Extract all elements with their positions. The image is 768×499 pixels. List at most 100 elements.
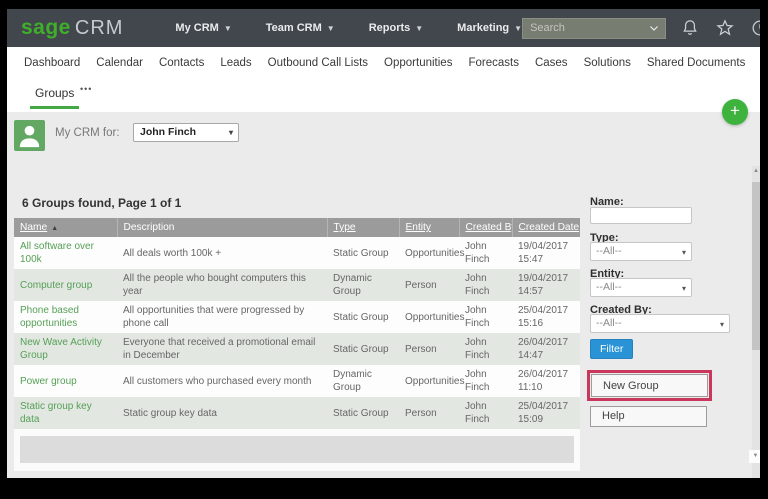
group-name-link[interactable]: Power group: [20, 376, 77, 387]
top-bar: sage CRM My CRM ▼ Team CRM ▼ Reports ▼ Marketi…: [7, 9, 760, 47]
new-group-button[interactable]: New Group: [591, 374, 708, 397]
cell-created-date: 19/04/2017 14:57: [512, 269, 580, 301]
sage-crm-logo: sage CRM: [21, 16, 123, 40]
help-button[interactable]: Help: [590, 406, 707, 427]
chevron-down-icon: ▼: [415, 24, 424, 33]
column-header-type[interactable]: Type: [326, 218, 399, 237]
groups-table-panel: Name ▲ Description Type Entity Created By Crea…: [14, 218, 580, 471]
logo-sage: sage: [21, 16, 71, 39]
table-header-row: Name ▲ Description Type Entity Created By Crea…: [14, 218, 580, 237]
table-row: Computer group All the people who bought …: [14, 269, 580, 301]
cell-description: Static group key data: [117, 397, 327, 429]
chevron-down-icon: ▾: [681, 248, 686, 257]
cell-created-date: 19/04/2017 15:47: [512, 237, 580, 269]
cell-created-by: John Finch: [459, 365, 512, 397]
cell-description: All opportunities that were progressed b…: [117, 301, 327, 333]
cell-created-date: 25/04/2017 15:09: [512, 397, 580, 429]
table-row: New Wave Activity Group Everyone that rec…: [14, 333, 580, 365]
nav-item-dashboard[interactable]: Dashboard: [24, 57, 80, 69]
cell-entity: Opportunities: [399, 301, 464, 333]
nav-item-leads[interactable]: Leads: [220, 57, 251, 69]
filter-created-by-select[interactable]: --All-- ▾: [590, 314, 730, 333]
nav-item-calendar[interactable]: Calendar: [96, 57, 143, 69]
star-icon[interactable]: [715, 18, 735, 38]
tab-groups[interactable]: Groups: [30, 86, 80, 109]
sort-asc-icon: ▲: [51, 225, 59, 232]
my-crm-for-label: My CRM for:: [55, 127, 120, 139]
chevron-down-icon: ▼: [223, 24, 232, 33]
table-row: All software over 100k All deals worth 10…: [14, 237, 580, 269]
column-header-created-by[interactable]: Created By: [458, 218, 512, 237]
chevron-down-icon: ▾: [228, 128, 233, 137]
chevron-down-icon: ▼: [326, 24, 335, 33]
cell-created-by: John Finch: [459, 269, 512, 301]
cell-type: Static Group: [327, 301, 399, 333]
nav-item-contacts[interactable]: Contacts: [159, 57, 204, 69]
top-menu-marketing[interactable]: Marketing ▼: [457, 22, 522, 34]
cell-created-date: 26/04/2017 14:47: [512, 333, 580, 365]
table-row: Power group All customers who purchased e…: [14, 365, 580, 397]
groups-table: Name ▲ Description Type Entity Created By Crea…: [14, 218, 580, 429]
cell-type: Static Group: [327, 237, 399, 269]
nav-item-cases[interactable]: Cases: [535, 57, 568, 69]
filter-created-by-value: --All--: [596, 317, 622, 329]
content-area: My CRM for: John Finch ▾ + 6 Groups foun…: [7, 99, 760, 478]
group-name-link[interactable]: New Wave Activity Group: [20, 337, 102, 361]
cell-type: Dynamic Group: [327, 269, 399, 301]
nav-item-forecasts[interactable]: Forecasts: [468, 57, 519, 69]
cell-created-by: John Finch: [459, 333, 512, 365]
group-name-link[interactable]: All software over 100k: [20, 241, 94, 265]
chevron-down-icon[interactable]: [648, 22, 660, 34]
main-nav-bar: Dashboard Calendar Contacts Leads Outbound C…: [7, 47, 760, 79]
nav-item-shared-documents[interactable]: Shared Documents: [647, 57, 745, 69]
nav-item-solutions[interactable]: Solutions: [584, 57, 631, 69]
scrollbar-up-button[interactable]: ▲: [751, 168, 760, 174]
chevron-down-icon: ▾: [681, 284, 686, 293]
group-name-link[interactable]: Computer group: [20, 280, 92, 291]
top-menu-my-crm[interactable]: My CRM ▼: [175, 22, 231, 34]
top-menu-team-crm[interactable]: Team CRM ▼: [266, 22, 335, 34]
column-header-description: Description: [116, 218, 327, 237]
cell-type: Dynamic Group: [327, 365, 399, 397]
tab-bar: Groups •••: [7, 79, 760, 112]
scrollbar-down-button[interactable]: ▼: [749, 450, 760, 463]
search-box[interactable]: [522, 17, 667, 39]
results-summary: 6 Groups found, Page 1 of 1: [22, 196, 182, 210]
cell-created-by: John Finch: [459, 301, 512, 333]
column-header-name[interactable]: Name ▲: [14, 218, 117, 237]
nav-item-opportunities[interactable]: Opportunities: [384, 57, 452, 69]
top-icon-bar: [680, 18, 760, 38]
filter-type-value: --All--: [596, 245, 622, 257]
group-name-link[interactable]: Phone based opportunities: [20, 305, 79, 329]
add-group-button[interactable]: +: [722, 99, 748, 125]
clock-icon[interactable]: [750, 18, 760, 38]
cell-created-by: John Finch: [459, 237, 512, 269]
user-context-value: John Finch: [140, 126, 196, 138]
cell-entity: Person: [399, 333, 459, 365]
search-input[interactable]: [530, 22, 649, 34]
new-group-highlight: New Group: [587, 370, 712, 401]
user-context-select[interactable]: John Finch ▾: [133, 123, 239, 142]
chevron-down-icon: ▼: [514, 24, 523, 33]
nav-item-outbound-call-lists[interactable]: Outbound Call Lists: [268, 57, 368, 69]
cell-entity: Opportunities: [399, 237, 464, 269]
filter-name-input[interactable]: [590, 207, 692, 224]
filter-type-select[interactable]: --All-- ▾: [590, 242, 692, 261]
cell-created-date: 25/04/2017 15:16: [512, 301, 580, 333]
cell-description: All the people who bought computers this…: [117, 269, 327, 301]
bell-icon[interactable]: [680, 18, 700, 38]
more-tabs-button[interactable]: •••: [80, 84, 92, 94]
top-menu-reports[interactable]: Reports ▼: [369, 22, 423, 34]
logo-crm: CRM: [74, 17, 124, 39]
filter-button[interactable]: Filter: [590, 339, 634, 359]
filter-entity-select[interactable]: --All-- ▾: [590, 278, 692, 297]
cell-entity: Person: [399, 397, 459, 429]
cell-entity: Person: [399, 269, 459, 301]
cell-type: Static Group: [327, 333, 399, 365]
table-footer-bar: [20, 436, 574, 463]
column-header-entity[interactable]: Entity: [398, 218, 459, 237]
column-header-created-date[interactable]: Created Date: [511, 218, 580, 237]
group-name-link[interactable]: Static group key data: [20, 401, 92, 425]
filter-entity-value: --All--: [596, 281, 622, 293]
scrollbar-thumb[interactable]: [752, 182, 760, 350]
